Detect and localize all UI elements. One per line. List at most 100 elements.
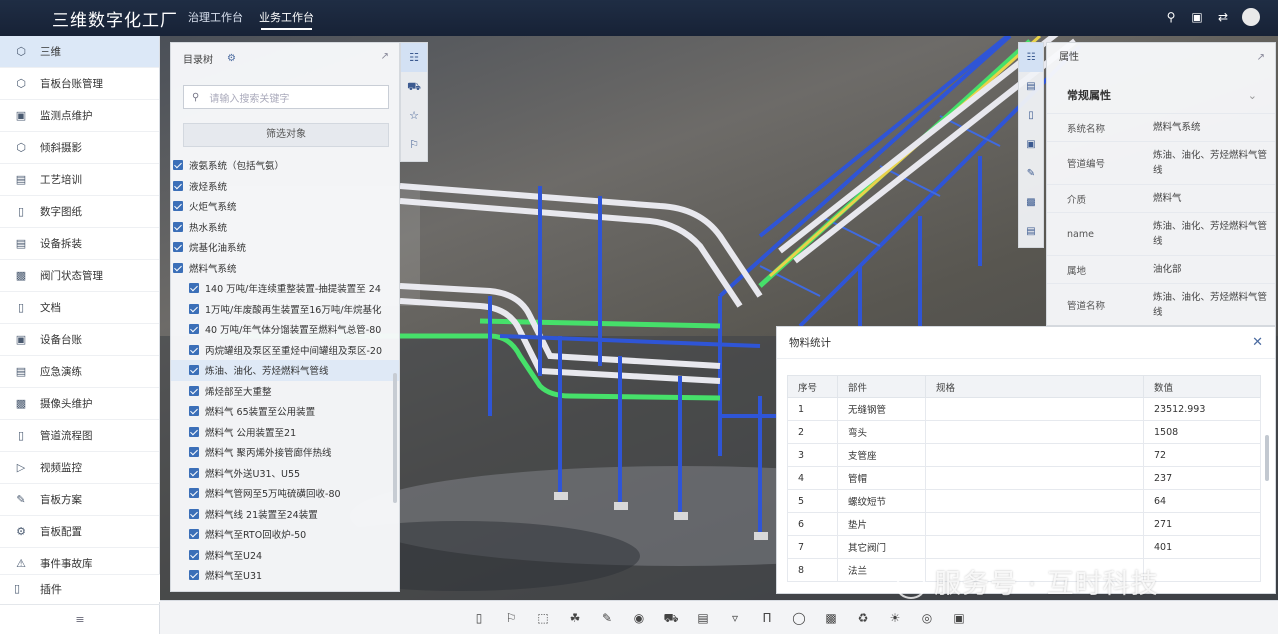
stats-scrollbar[interactable]	[1265, 435, 1269, 481]
delete-tool-icon[interactable]: ♻	[851, 608, 875, 628]
measure-tool-icon[interactable]: ✎	[595, 608, 619, 628]
star-icon[interactable]: ☆	[401, 101, 427, 130]
filter-objects-button[interactable]: 筛选对象	[183, 123, 389, 147]
tree-item[interactable]: 140 万吨/年连续重整装置-抽提装置至 24	[171, 278, 399, 299]
checkbox[interactable]	[189, 324, 199, 335]
tool-f-icon[interactable]: ▩	[1019, 188, 1043, 217]
checkbox[interactable]	[173, 262, 183, 273]
checkbox[interactable]	[173, 160, 183, 171]
tool-b-icon[interactable]: ▤	[1019, 72, 1043, 101]
flag-icon[interactable]: ⚐	[401, 130, 427, 159]
search-icon[interactable]: ⚲	[1164, 10, 1178, 24]
flag-tool-icon[interactable]: ⚐	[499, 608, 523, 628]
checkbox[interactable]	[189, 385, 199, 396]
tree-item[interactable]: 液烃系统	[171, 176, 399, 197]
checkbox[interactable]	[189, 570, 199, 581]
checkbox[interactable]	[189, 529, 199, 540]
catalog-scrollbar[interactable]	[393, 373, 397, 503]
table-row[interactable]: 7 其它阀门 401	[787, 535, 1261, 559]
doc-tool-icon[interactable]: ▯	[467, 608, 491, 628]
table-row[interactable]: 1 无缝钢管 23512.993	[787, 397, 1261, 421]
checkbox[interactable]	[189, 549, 199, 560]
camera-tool-icon[interactable]: ◉	[627, 608, 651, 628]
tool-d-icon[interactable]: ▣	[1019, 130, 1043, 159]
tree-item[interactable]: 烷基化油系统	[171, 237, 399, 258]
checkbox[interactable]	[189, 467, 199, 478]
property-group-header[interactable]: 常规属性 ⌄	[1047, 79, 1275, 113]
tool-e-icon[interactable]: ✎	[1019, 159, 1043, 188]
frame-tool-icon[interactable]: ⬚	[531, 608, 555, 628]
checkbox[interactable]	[173, 180, 183, 191]
table-row[interactable]: 2 弯头 1508	[787, 420, 1261, 444]
checkbox[interactable]	[189, 488, 199, 499]
vehicle-icon[interactable]: ⛟	[401, 72, 427, 101]
ruler-tool-icon[interactable]: Π	[755, 608, 779, 628]
tool-a-icon[interactable]: ☷	[1019, 43, 1043, 72]
tool-g-icon[interactable]: ▤	[1019, 217, 1043, 246]
sidebar-item-plugin[interactable]: ▯ 插件	[0, 574, 160, 602]
search-input[interactable]: ⚲ 请输入搜索关键字	[183, 85, 389, 109]
checkbox[interactable]	[189, 426, 199, 437]
checkbox[interactable]	[189, 365, 199, 376]
sidebar-item-oblique-photo[interactable]: ⬡ 倾斜摄影	[0, 132, 159, 164]
tab-governance[interactable]: 治理工作台	[180, 0, 251, 36]
sidebar-item-training[interactable]: ▤ 工艺培训	[0, 164, 159, 196]
checkbox[interactable]	[173, 242, 183, 253]
sidebar-item-device-ledger[interactable]: ▣ 设备台账	[0, 324, 159, 356]
table-row[interactable]: 6 垫片 271	[787, 512, 1261, 536]
close-icon[interactable]: ✕	[1252, 327, 1263, 359]
expand-icon[interactable]: ↗	[1257, 43, 1265, 73]
monitor-icon[interactable]: ▣	[1190, 10, 1204, 24]
tree-item[interactable]: 烯烃部至大重整	[171, 381, 399, 402]
tree-item[interactable]: 40 万吨/年气体分馏装置至燃料气总管-80	[171, 319, 399, 340]
sidebar-item-camera-maintenance[interactable]: ▩ 摄像头维护	[0, 388, 159, 420]
tree-item[interactable]: 燃料气 公用装置至21	[171, 422, 399, 443]
checkbox[interactable]	[189, 406, 199, 417]
table-row[interactable]: 5 螺纹短节 64	[787, 489, 1261, 513]
table-row[interactable]: 4 管帽 237	[787, 466, 1261, 490]
tool-c-icon[interactable]: ▯	[1019, 101, 1043, 130]
sidebar-item-blind-plate-plan[interactable]: ✎ 盲板方案	[0, 484, 159, 516]
weather-tool-icon[interactable]: ☀	[883, 608, 907, 628]
share-icon[interactable]: ⇄	[1216, 10, 1230, 24]
tree-item[interactable]: 热水系统	[171, 217, 399, 238]
view-tool-icon[interactable]: ▤	[691, 608, 715, 628]
tree-item[interactable]: 1万吨/年废酸再生装置至16万吨/年烷基化	[171, 299, 399, 320]
tree-item[interactable]: 燃料气至RTO回收炉-50	[171, 524, 399, 545]
mouse-tool-icon[interactable]: ◯	[787, 608, 811, 628]
tree-item[interactable]: 燃料气 聚丙烯外接管廊伴热线	[171, 442, 399, 463]
checkbox[interactable]	[189, 283, 199, 294]
checkbox[interactable]	[189, 344, 199, 355]
tree-item[interactable]: 燃料气管网至5万吨硫磺回收-80	[171, 483, 399, 504]
section-tool-icon[interactable]: ▿	[723, 608, 747, 628]
checkbox[interactable]	[189, 303, 199, 314]
expand-icon[interactable]: ↗	[381, 51, 389, 62]
layer-tool-icon[interactable]: ▩	[819, 608, 843, 628]
tree-item[interactable]: 火炬气系统	[171, 196, 399, 217]
avatar[interactable]	[1242, 8, 1260, 26]
checkbox[interactable]	[189, 508, 199, 519]
checkbox[interactable]	[189, 447, 199, 458]
tree-item[interactable]: 燃料气线 21装置至24装置	[171, 504, 399, 525]
sidebar-item-blind-plate-ledger[interactable]: ⬡ 盲板台账管理	[0, 68, 159, 100]
sidebar-item-drawings[interactable]: ▯ 数字图纸	[0, 196, 159, 228]
tree-item[interactable]: 液氨系统（包括气氨）	[171, 155, 399, 176]
sidebar-item-video-monitor[interactable]: ▷ 视频监控	[0, 452, 159, 484]
tree-item[interactable]: 燃料气至U24	[171, 545, 399, 566]
tree-item[interactable]: 丙烷罐组及泵区至重烃中间罐组及泵区-20	[171, 340, 399, 361]
tree-item[interactable]: 燃料气外送U31、U55	[171, 463, 399, 484]
car-tool-icon[interactable]: ⛟	[659, 608, 683, 628]
sidebar-item-pipe-flowchart[interactable]: ▯ 管道流程图	[0, 420, 159, 452]
vr-tool-icon[interactable]: ◎	[915, 608, 939, 628]
sidebar-item-documents[interactable]: ▯ 文档	[0, 292, 159, 324]
sidebar-item-blind-plate-config[interactable]: ⚙ 盲板配置	[0, 516, 159, 548]
table-row[interactable]: 3 支管座 72	[787, 443, 1261, 467]
box-tool-icon[interactable]: ▣	[947, 608, 971, 628]
hierarchy-icon[interactable]: ☷	[401, 43, 427, 72]
tree-item[interactable]: 燃料气 65装置至公用装置	[171, 401, 399, 422]
checkbox[interactable]	[173, 201, 183, 212]
collapse-icon[interactable]: ≡	[0, 604, 160, 634]
chevron-down-icon[interactable]: ⌄	[1248, 79, 1257, 113]
sidebar-item-device-disassembly[interactable]: ▤ 设备拆装	[0, 228, 159, 260]
fill-tool-icon[interactable]: ☘	[563, 608, 587, 628]
